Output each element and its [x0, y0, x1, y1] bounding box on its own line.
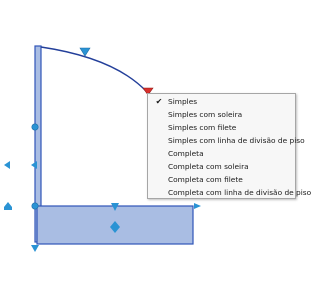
menu-item-4[interactable]: Completa — [148, 147, 295, 160]
menu-item-label: Simples com linha de divisão de piso — [168, 136, 305, 145]
menu-item-label: Simples — [168, 97, 198, 106]
menu-item-label: Simples com filete — [168, 123, 237, 132]
menu-item-2[interactable]: Simples com filete — [148, 121, 295, 134]
menu-item-label: Completa com soleira — [168, 162, 249, 171]
wall-left-arrow-icon[interactable] — [31, 161, 37, 169]
menu-item-label: Completa com filete — [168, 175, 243, 184]
context-menu: ✔ Simples Simples com soleira Simples com f… — [147, 93, 311, 199]
menu-item-label: Simples com soleira — [168, 110, 243, 119]
wall-corner-grip-icon[interactable] — [31, 202, 39, 210]
menu-item-5[interactable]: Completa com soleira — [148, 160, 295, 173]
menu-item-7[interactable]: Completa com linha de divisão de piso — [148, 186, 311, 199]
drawing-canvas[interactable]: ✔ Simples Simples com soleira Simples com f… — [0, 0, 311, 300]
arc-mid-grip-icon[interactable] — [79, 47, 91, 57]
wall-mid-grip-icon[interactable] — [31, 123, 39, 131]
menu-item-3[interactable]: Simples com linha de divisão de piso — [148, 134, 305, 147]
wall-base-grip-icon[interactable] — [4, 202, 12, 210]
checkmark-icon: ✔ — [155, 97, 163, 106]
menu-item-6[interactable]: Completa com filete — [148, 173, 295, 186]
menu-item-0[interactable]: ✔ Simples — [148, 95, 295, 108]
door-swing-arc[interactable] — [40, 46, 148, 93]
menu-item-label: Completa com linha de divisão de piso — [168, 188, 312, 197]
menu-item-1[interactable]: Simples com soleira — [148, 108, 295, 121]
menu-item-label: Completa — [168, 149, 204, 158]
wall-right-arrow-icon[interactable] — [194, 203, 201, 209]
stretch-left-arrow-icon[interactable] — [4, 161, 10, 169]
wall-bottom-arrow-icon[interactable] — [31, 245, 39, 252]
